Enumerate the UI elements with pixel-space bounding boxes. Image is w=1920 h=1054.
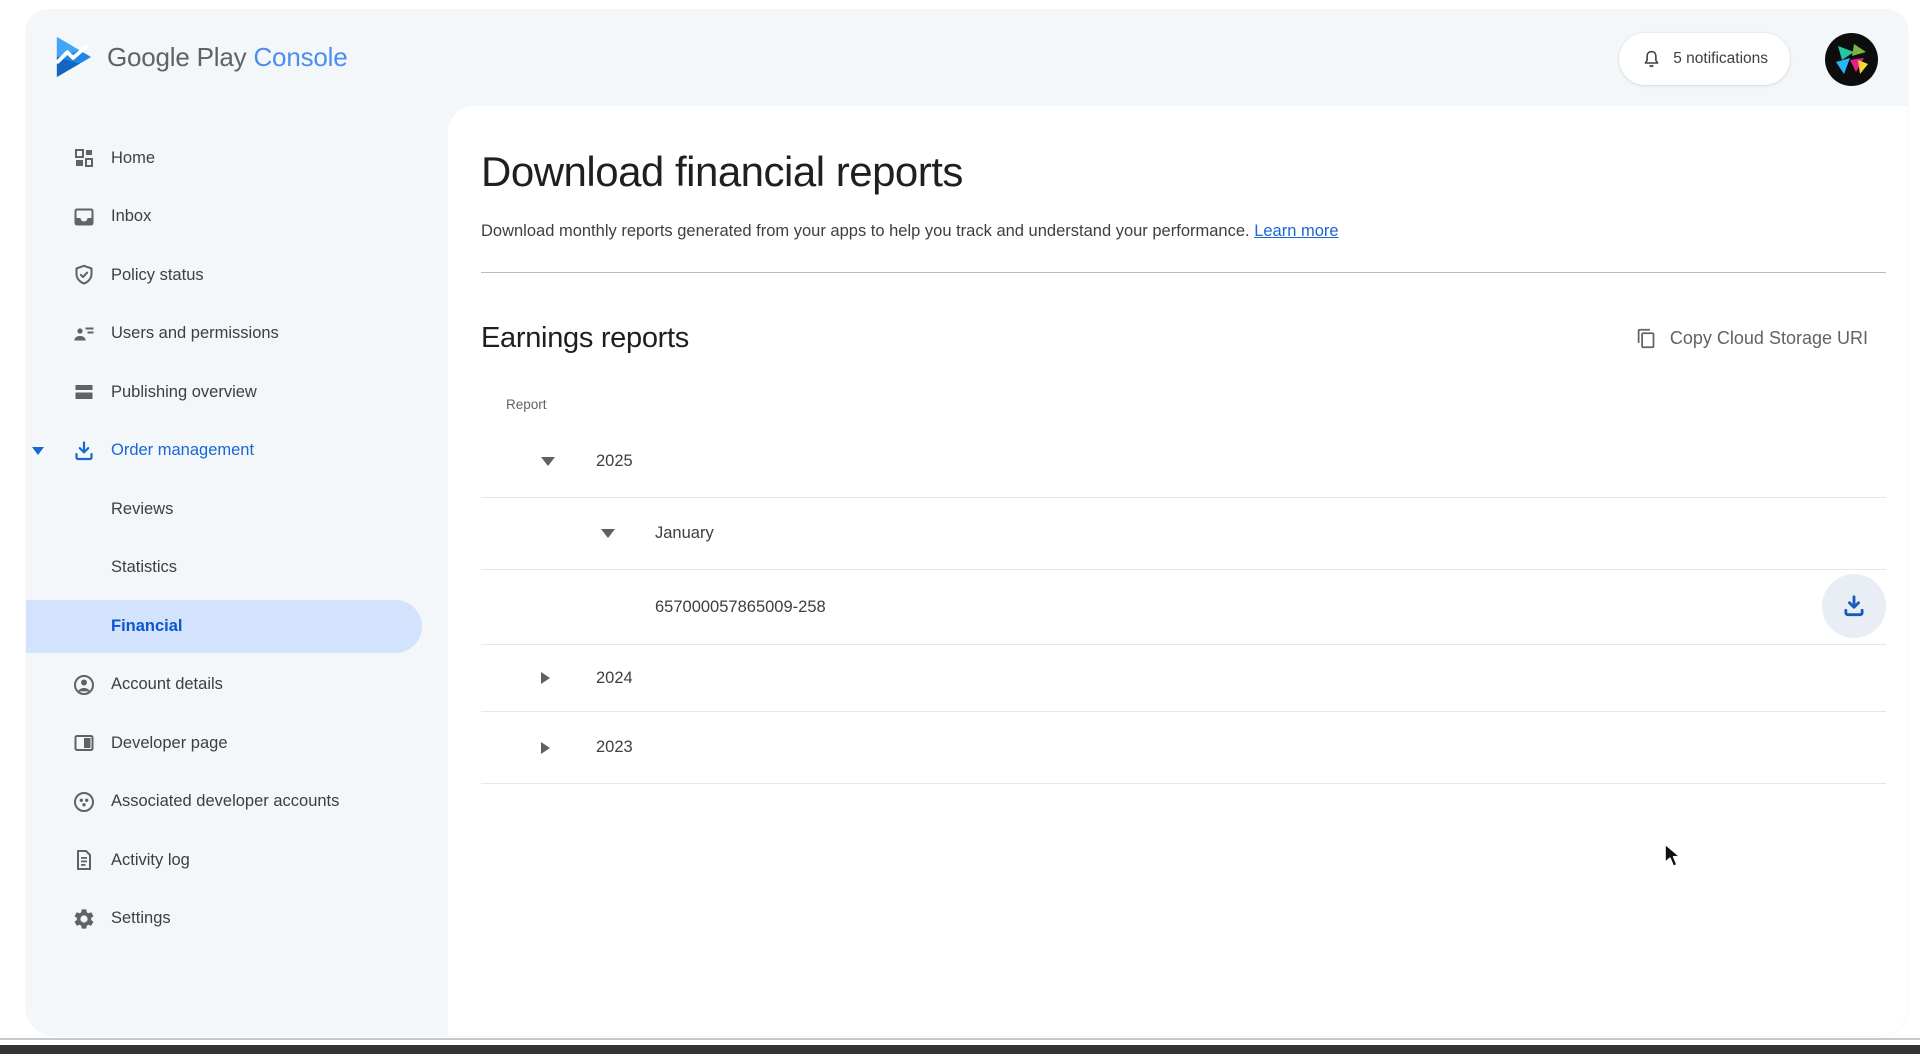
table-row-report-file[interactable]: 657000057865009-258 [481, 570, 1886, 645]
account-circle-icon [71, 672, 97, 698]
publishing-card-icon [71, 379, 97, 405]
sidebar-label: Financial [111, 617, 183, 636]
download-icon [1841, 593, 1867, 619]
year-label: 2024 [596, 669, 633, 688]
account-avatar[interactable] [1825, 33, 1878, 86]
sidebar-label: Account details [111, 675, 223, 694]
learn-more-link[interactable]: Learn more [1254, 222, 1338, 240]
document-icon [71, 847, 97, 873]
google-play-console-logo[interactable]: Google Play Console [55, 36, 347, 78]
table-row-month-january[interactable]: January [481, 498, 1886, 570]
sidebar-label: Order management [111, 441, 254, 460]
sidebar-label: Inbox [111, 207, 151, 226]
notifications-label: 5 notifications [1673, 50, 1768, 68]
subtitle-text: Download monthly reports generated from … [481, 222, 1250, 240]
screen-bottom-bar [0, 1045, 1920, 1054]
year-label: 2023 [596, 738, 633, 757]
sidebar-item-order-management[interactable]: Order management [26, 422, 448, 481]
collapse-arrow-icon[interactable] [601, 529, 615, 538]
table-row-year-2024[interactable]: 2024 [481, 645, 1886, 712]
sidebar-label: Publishing overview [111, 383, 257, 402]
sidebar-item-associated-developer-accounts[interactable]: Associated developer accounts [26, 773, 448, 832]
active-item-highlight [26, 600, 422, 653]
sidebar-label: Users and permissions [111, 324, 279, 343]
sidebar-item-statistics[interactable]: Statistics [26, 539, 448, 598]
main-content: Download financial reports Download mont… [448, 106, 1908, 1036]
sidebar-item-developer-page[interactable]: Developer page [26, 714, 448, 773]
report-file-name: 657000057865009-258 [655, 598, 826, 617]
sidebar-label: Statistics [111, 558, 177, 577]
top-bar: Google Play Console 5 notifications [26, 10, 1908, 106]
sidebar-item-home[interactable]: Home [26, 129, 448, 188]
home-dashboard-icon [71, 145, 97, 171]
download-report-button[interactable] [1822, 574, 1886, 638]
collapse-arrow-icon[interactable] [541, 457, 555, 466]
sidebar-label: Developer page [111, 734, 228, 753]
copy-uri-label: Copy Cloud Storage URI [1670, 328, 1868, 349]
sidebar-item-reviews[interactable]: Reviews [26, 480, 448, 539]
sidebar-item-settings[interactable]: Settings [26, 890, 448, 949]
sidebar-item-publishing-overview[interactable]: Publishing overview [26, 363, 448, 422]
sidebar-label: Reviews [111, 500, 173, 519]
page-subtitle: Download monthly reports generated from … [481, 222, 1886, 241]
sidebar-label: Policy status [111, 266, 204, 285]
expand-arrow-icon[interactable] [541, 672, 550, 684]
report-column-header: Report [481, 397, 1886, 412]
sidebar-item-policy-status[interactable]: Policy status [26, 246, 448, 305]
shield-check-icon [71, 262, 97, 288]
associated-accounts-icon [71, 789, 97, 815]
earnings-report-table: 2025 January 657000057865009-258 2024 [481, 426, 1886, 784]
sidebar-nav: Home Inbox Policy status Users and permi… [26, 106, 448, 1036]
logo-wordmark: Google Play Console [107, 42, 347, 73]
developer-page-icon [71, 730, 97, 756]
year-label: 2025 [596, 452, 633, 471]
sidebar-item-account-details[interactable]: Account details [26, 656, 448, 715]
page-title: Download financial reports [481, 148, 1886, 196]
table-row-year-2023[interactable]: 2023 [481, 712, 1886, 784]
window-bottom-edge [0, 1038, 1920, 1040]
chevron-down-icon[interactable] [27, 447, 49, 455]
users-icon [71, 321, 97, 347]
play-logo-icon [55, 36, 93, 78]
sidebar-item-inbox[interactable]: Inbox [26, 188, 448, 247]
notifications-button[interactable]: 5 notifications [1619, 33, 1790, 85]
app-window: Google Play Console 5 notifications [26, 10, 1908, 1036]
inbox-icon [71, 204, 97, 230]
sidebar-label: Settings [111, 909, 171, 928]
sidebar-item-users-permissions[interactable]: Users and permissions [26, 305, 448, 364]
month-label: January [655, 524, 714, 543]
sidebar-label: Activity log [111, 851, 190, 870]
copy-icon [1636, 328, 1657, 349]
expand-arrow-icon[interactable] [541, 742, 550, 754]
sidebar-item-activity-log[interactable]: Activity log [26, 831, 448, 890]
sidebar-label: Associated developer accounts [111, 792, 339, 811]
earnings-reports-heading: Earnings reports [481, 322, 689, 355]
sidebar-label: Home [111, 149, 155, 168]
bell-icon [1641, 49, 1662, 70]
header-divider [481, 272, 1886, 273]
sidebar-item-financial[interactable]: Financial [26, 597, 448, 656]
table-row-year-2025[interactable]: 2025 [481, 426, 1886, 498]
gear-icon [71, 906, 97, 932]
download-icon [71, 438, 97, 464]
copy-cloud-storage-uri-button[interactable]: Copy Cloud Storage URI [1636, 328, 1868, 349]
avatar-logo-icon [1832, 40, 1872, 80]
